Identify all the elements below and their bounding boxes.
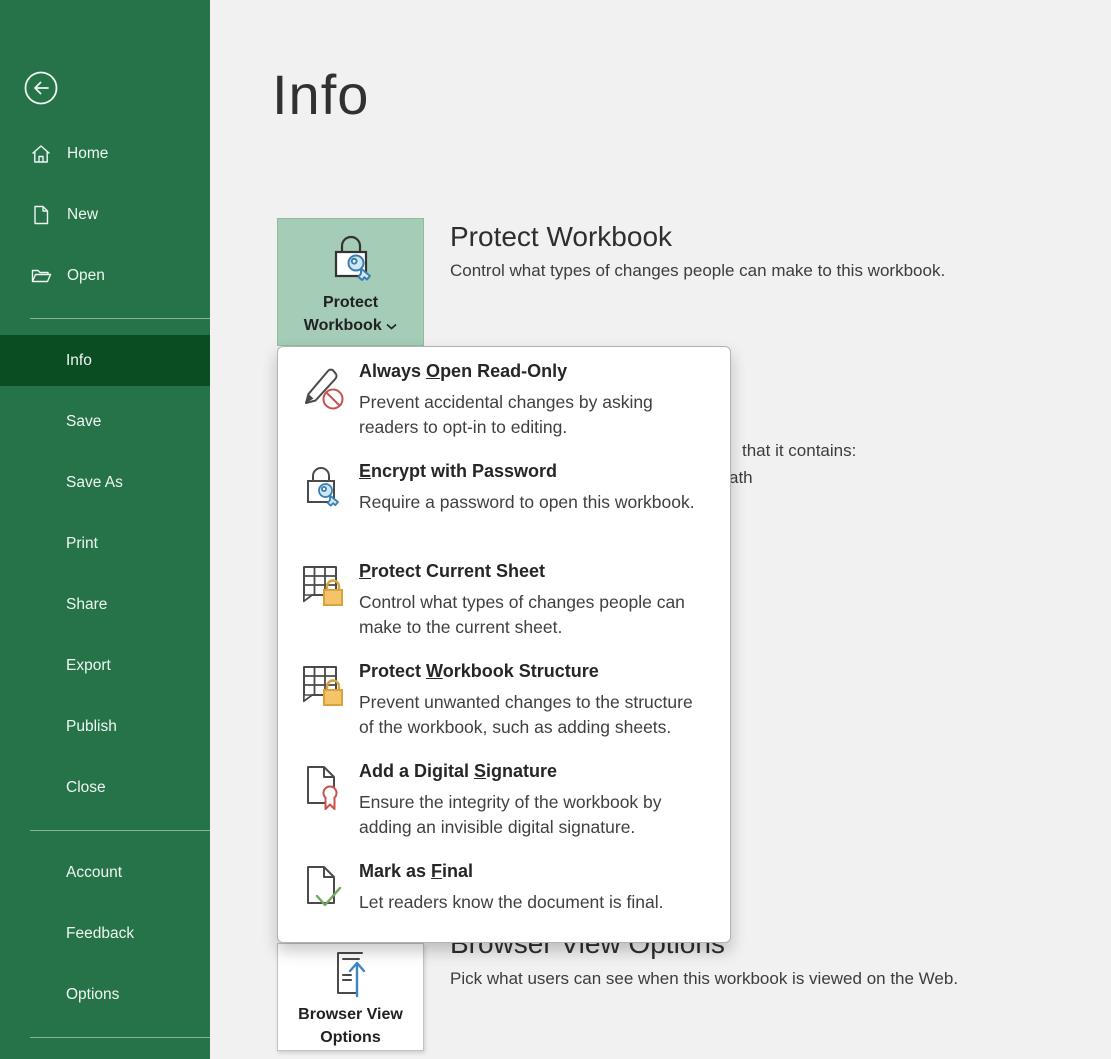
lock-key-icon [300, 463, 346, 513]
protect-workbook-dropdown-menu: Always Open Read-Only Prevent accidental… [277, 346, 731, 943]
back-arrow-icon [23, 93, 59, 110]
pencil-prohibited-icon [300, 363, 346, 413]
document-ribbon-icon [300, 763, 346, 813]
menu-item-description: Ensure the integrity of the workbook by … [359, 790, 707, 840]
excel-backstage-info-view: Home New Open Info Save Save As [0, 0, 1111, 1059]
sidebar-divider [30, 830, 210, 831]
menu-item-description: Require a password to open this workbook… [359, 490, 707, 515]
browser-view-options-description: Pick what users can see when this workbo… [450, 969, 958, 989]
sidebar-item-export[interactable]: Export [0, 640, 210, 691]
sidebar-item-label: Home [67, 145, 108, 163]
sidebar-item-save[interactable]: Save [0, 396, 210, 447]
sidebar-item-share[interactable]: Share [0, 579, 210, 630]
inspect-workbook-text-fragment: ath [729, 468, 753, 488]
sheet-lock-icon [300, 563, 346, 613]
sidebar-item-open[interactable]: Open [0, 254, 210, 298]
menu-item-protect-current-sheet[interactable]: Protect Current Sheet Control what types… [298, 559, 718, 655]
sidebar-item-publish[interactable]: Publish [0, 701, 210, 752]
page-title: Info [272, 62, 369, 127]
menu-item-title: Protect Current Sheet [359, 561, 545, 582]
protect-workbook-button[interactable]: Protect Workbook [277, 218, 424, 346]
open-folder-icon [30, 265, 52, 287]
menu-item-protect-workbook-structure[interactable]: Protect Workbook Structure Prevent unwan… [298, 659, 718, 755]
sidebar-item-label: Open [67, 267, 105, 285]
sidebar-item-options[interactable]: Options [0, 969, 210, 1020]
menu-item-description: Prevent accidental changes by asking rea… [359, 390, 707, 440]
sidebar-item-feedback[interactable]: Feedback [0, 908, 210, 959]
menu-item-title: Mark as Final [359, 861, 473, 882]
sidebar-item-close[interactable]: Close [0, 762, 210, 813]
document-check-icon [300, 863, 346, 913]
sidebar-item-info[interactable]: Info [0, 335, 210, 386]
sidebar-divider [30, 1037, 210, 1038]
back-button[interactable] [23, 70, 59, 106]
document-up-arrow-icon [278, 948, 423, 1003]
sidebar-item-print[interactable]: Print [0, 518, 210, 569]
menu-item-add-digital-signature[interactable]: Add a Digital Signature Ensure the integ… [298, 759, 718, 855]
menu-item-title: Protect Workbook Structure [359, 661, 599, 682]
menu-item-encrypt-with-password[interactable]: Encrypt with Password Require a password… [298, 459, 718, 555]
sidebar-item-new[interactable]: New [0, 193, 210, 237]
protect-workbook-button-label: Protect Workbook [278, 291, 423, 337]
protect-workbook-description: Control what types of changes people can… [450, 261, 945, 281]
chevron-down-icon [386, 317, 397, 334]
sidebar-item-home[interactable]: Home [0, 132, 210, 176]
protect-workbook-heading: Protect Workbook [450, 221, 672, 253]
sidebar-item-save-as[interactable]: Save As [0, 457, 210, 508]
menu-item-title: Encrypt with Password [359, 461, 557, 482]
menu-item-description: Control what types of changes people can… [359, 590, 707, 640]
menu-item-always-open-read-only[interactable]: Always Open Read-Only Prevent accidental… [298, 359, 718, 455]
sidebar-divider [30, 318, 210, 319]
menu-item-description: Prevent unwanted changes to the structur… [359, 690, 707, 740]
inspect-workbook-text-fragment: that it contains: [742, 441, 856, 461]
home-icon [30, 143, 52, 165]
menu-item-title: Always Open Read-Only [359, 361, 567, 382]
sidebar-item-account[interactable]: Account [0, 847, 210, 898]
lock-key-icon [278, 232, 423, 291]
browser-view-options-button[interactable]: Browser View Options [277, 943, 424, 1051]
sidebar-item-label: New [67, 206, 98, 224]
menu-item-description: Let readers know the document is final. [359, 890, 707, 915]
sheet-lock-icon [300, 663, 346, 713]
menu-item-mark-as-final[interactable]: Mark as Final Let readers know the docum… [298, 859, 718, 955]
new-document-icon [30, 204, 52, 226]
menu-item-title: Add a Digital Signature [359, 761, 557, 782]
browser-view-options-button-label: Browser View Options [278, 1003, 423, 1049]
backstage-sidebar: Home New Open Info Save Save As [0, 0, 210, 1059]
